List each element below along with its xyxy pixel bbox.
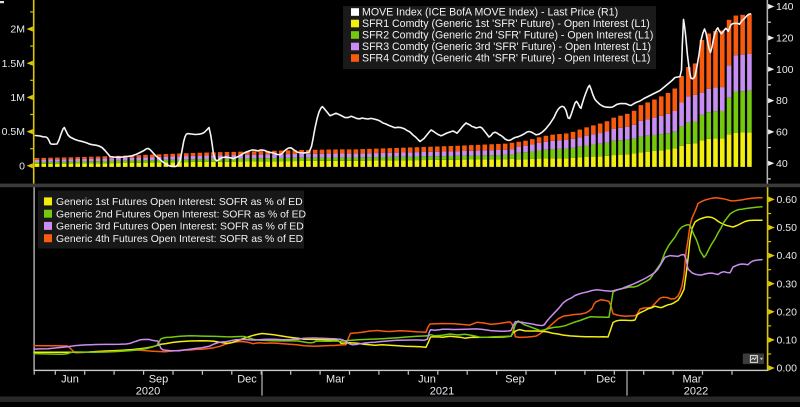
svg-text:2022: 2022 (684, 386, 708, 398)
svg-text:1M: 1M (10, 92, 25, 104)
svg-text:Generic 3rd Futures Open Inter: Generic 3rd Futures Open Interest: SOFR … (56, 222, 304, 233)
svg-text:140: 140 (776, 1, 794, 13)
svg-text:0.50: 0.50 (777, 222, 798, 234)
svg-text:Generic 1st Futures Open Inter: Generic 1st Futures Open Interest: SOFR … (56, 197, 303, 208)
svg-text:Sep: Sep (149, 373, 169, 385)
svg-text:120: 120 (776, 33, 794, 45)
svg-text:40: 40 (776, 158, 788, 170)
svg-text:60: 60 (776, 127, 788, 139)
svg-text:2M: 2M (10, 24, 25, 36)
svg-text:MOVE Index (ICE BofA MOVE Inde: MOVE Index (ICE BofA MOVE Index) - Last … (362, 7, 618, 19)
svg-text:0.40: 0.40 (777, 250, 798, 262)
svg-text:Dec: Dec (596, 373, 616, 385)
svg-text:Generic 2nd Futures Open Inter: Generic 2nd Futures Open Interest: SOFR … (56, 210, 306, 221)
svg-text:0.00: 0.00 (777, 363, 798, 375)
svg-text:Jun: Jun (61, 373, 79, 385)
svg-text:Sep: Sep (505, 373, 525, 385)
svg-text:Jun: Jun (418, 373, 436, 385)
svg-text:0.60: 0.60 (777, 194, 798, 206)
svg-text:0.20: 0.20 (777, 306, 798, 318)
svg-text:80: 80 (776, 95, 788, 107)
svg-text:2021: 2021 (430, 386, 454, 398)
svg-text:0: 0 (19, 160, 25, 172)
svg-text:SFR1 Comdty (Generic 1st 'SFR': SFR1 Comdty (Generic 1st 'SFR' Future) -… (362, 18, 650, 30)
svg-text:100: 100 (776, 64, 794, 76)
svg-text:Mar: Mar (326, 373, 345, 385)
svg-text:SFR3 Comdty (Generic 3rd 'SFR': SFR3 Comdty (Generic 3rd 'SFR' Future) -… (362, 41, 651, 53)
svg-text:SFR2 Comdty (Generic 2nd 'SFR': SFR2 Comdty (Generic 2nd 'SFR' Future) -… (362, 30, 653, 42)
svg-text:0.30: 0.30 (777, 278, 798, 290)
svg-text:0.5M: 0.5M (2, 126, 25, 138)
svg-text:SFR4 Comdty (Generic 4th 'SFR': SFR4 Comdty (Generic 4th 'SFR' Future) -… (362, 53, 650, 65)
svg-text:0.10: 0.10 (777, 335, 798, 347)
svg-text:Mar: Mar (683, 373, 702, 385)
svg-text:1.5M: 1.5M (2, 58, 25, 70)
svg-text:Dec: Dec (237, 373, 257, 385)
svg-text:Generic 4th Futures Open Inter: Generic 4th Futures Open Interest: SOFR … (56, 234, 303, 245)
svg-text:2020: 2020 (136, 386, 160, 398)
